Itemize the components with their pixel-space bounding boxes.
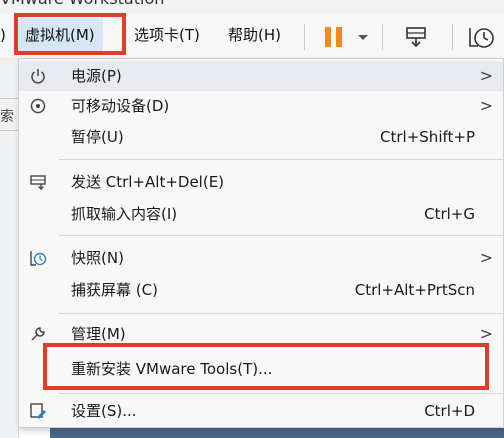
menu-item-partial[interactable]: ): [0, 18, 12, 52]
snapshot-clock-icon: [469, 28, 494, 48]
menu-separator: [59, 159, 503, 160]
snapshot-icon: [29, 249, 47, 267]
menu-item-snapshot[interactable]: 快照(N) >: [19, 243, 503, 273]
divider: [0, 130, 18, 131]
vm-dropdown-menu: 电源(P) > 可移动设备(D) > 暂停(U) Ctrl+Shift+P 发送…: [18, 58, 504, 428]
submenu-arrow-icon: >: [479, 324, 493, 343]
settings-icon: [29, 402, 47, 420]
menu-bar: ) 虚拟机(M) 选项卡(T) 帮助(H): [0, 14, 504, 59]
pause-button[interactable]: [322, 24, 346, 50]
shortcut-label: Ctrl+D: [424, 402, 475, 420]
menu-separator: [59, 313, 503, 314]
menu-item-reinstall-vmware-tools[interactable]: 重新安装 VMware Tools(T)...: [19, 354, 503, 384]
vm-console-background: [50, 428, 504, 438]
library-panel-edge: 索: [0, 58, 19, 438]
wrench-icon: [29, 325, 47, 343]
pause-dropdown-button[interactable]: [356, 28, 370, 46]
window-title: VMware Workstation: [0, 0, 164, 8]
chevron-down-icon: [358, 35, 368, 40]
menu-item-removable-devices[interactable]: 可移动设备(D) >: [19, 91, 503, 121]
power-icon: [29, 67, 47, 85]
shortcut-label: Ctrl+Shift+P: [380, 128, 475, 146]
window-title-bar: VMware Workstation: [0, 0, 504, 14]
snapshot-button[interactable]: [466, 24, 496, 50]
menu-tabs[interactable]: 选项卡(T): [130, 18, 204, 52]
search-fragment: 索: [0, 109, 14, 125]
menu-item-capture-screen[interactable]: 捕获屏幕 (C) Ctrl+Alt+PrtScn: [19, 275, 503, 305]
menu-item-settings[interactable]: 设置(S)... Ctrl+D: [19, 396, 503, 426]
send-keys-icon: [406, 27, 426, 48]
menu-item-manage[interactable]: 管理(M) >: [19, 319, 503, 349]
shortcut-label: Ctrl+Alt+PrtScn: [354, 281, 475, 299]
send-keys-icon: [29, 173, 47, 191]
menu-item-pause[interactable]: 暂停(U) Ctrl+Shift+P: [19, 122, 503, 152]
menu-separator: [59, 235, 503, 236]
menu-item-send-ctrl-alt-del[interactable]: 发送 Ctrl+Alt+Del(E): [19, 167, 503, 197]
shortcut-label: Ctrl+G: [424, 205, 475, 223]
menu-help[interactable]: 帮助(H): [224, 18, 285, 52]
submenu-arrow-icon: >: [479, 248, 493, 267]
send-ctrl-alt-del-button[interactable]: [404, 24, 430, 50]
menu-separator: [59, 393, 503, 394]
submenu-arrow-icon: >: [479, 96, 493, 115]
toolbar-separator: [382, 24, 383, 50]
divider: [0, 98, 18, 99]
submenu-arrow-icon: >: [479, 66, 493, 85]
menu-item-power[interactable]: 电源(P) >: [19, 61, 503, 91]
toolbar-separator: [304, 24, 305, 50]
menu-vm[interactable]: 虚拟机(M): [17, 18, 103, 52]
menu-item-grab-input[interactable]: 抓取输入内容(I) Ctrl+G: [19, 199, 503, 229]
removable-devices-icon: [29, 97, 47, 115]
pause-icon: [325, 27, 342, 47]
toolbar-separator: [452, 24, 453, 50]
